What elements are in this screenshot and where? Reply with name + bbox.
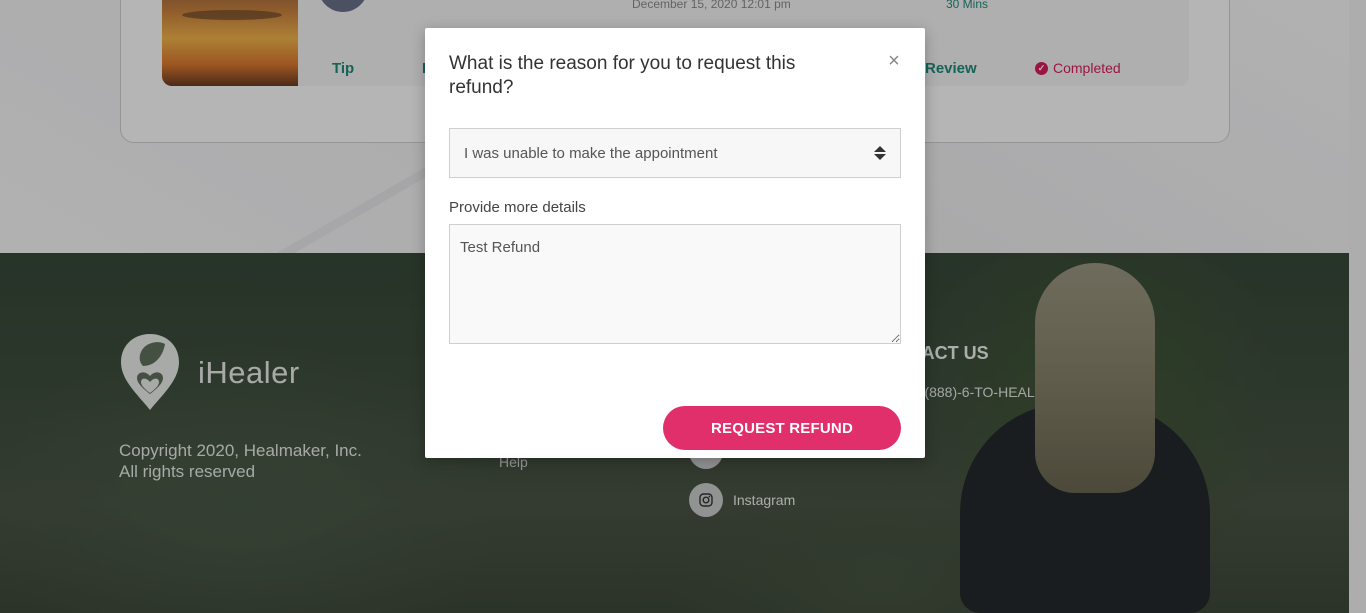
modal-title: What is the reason for you to request th…: [449, 53, 796, 98]
close-icon[interactable]: ×: [885, 51, 903, 71]
refund-modal: What is the reason for you to request th…: [425, 28, 925, 458]
sort-arrows-icon: [874, 145, 886, 161]
details-label: Provide more details: [449, 199, 586, 216]
request-refund-button[interactable]: REQUEST REFUND: [663, 406, 901, 450]
refund-reason-value: I was unable to make the appointment: [464, 144, 718, 162]
refund-reason-select[interactable]: I was unable to make the appointment: [449, 128, 901, 178]
details-textarea[interactable]: Test Refund: [449, 224, 901, 344]
